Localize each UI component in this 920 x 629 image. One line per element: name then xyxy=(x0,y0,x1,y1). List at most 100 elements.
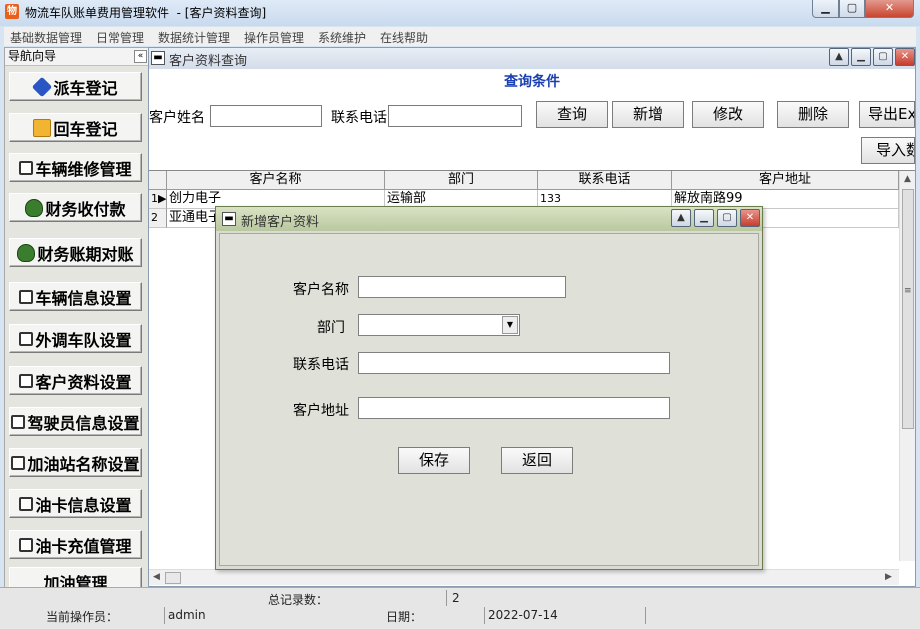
menu-statistics[interactable]: 数据统计管理 xyxy=(158,29,230,46)
nav-vehicle-info[interactable]: 车辆信息设置 xyxy=(9,282,142,311)
status-divider xyxy=(645,607,646,624)
nav-vehicle-repair[interactable]: 车辆维修管理 xyxy=(9,153,142,182)
form-icon xyxy=(19,160,34,175)
menu-bar: 基础数据管理 日常管理 数据统计管理 操作员管理 系统维护 在线帮助 xyxy=(4,27,916,46)
department-label: 部门 xyxy=(317,320,345,336)
status-bar: 总记录数： 2 当前操作员： admin 日期： 2022-07-14 xyxy=(0,587,920,629)
search-button[interactable]: 查询 xyxy=(536,101,608,128)
folder-icon xyxy=(33,118,52,137)
maximize-icon[interactable]: ▢ xyxy=(873,48,893,66)
nav-customer-settings[interactable]: 客户资料设置 xyxy=(9,366,142,395)
row-header[interactable]: 1▶ xyxy=(149,190,167,209)
dialog-title-bar: ▬ 新增客户资料 ▲ ▁ ▢ ✕ xyxy=(216,207,762,231)
window-menu-icon[interactable]: ▬ xyxy=(151,51,165,65)
row-header[interactable]: 2 xyxy=(149,209,167,228)
dropdown-arrow-icon[interactable]: ▼ xyxy=(502,316,518,334)
window-title-bar: 物 物流车队账单费用管理软件 - [客户资料查询] ▁ ▢ ✕ xyxy=(0,0,920,26)
menu-daily[interactable]: 日常管理 xyxy=(96,29,144,46)
scroll-up-icon[interactable]: ▲ xyxy=(904,174,911,184)
collapse-icon[interactable]: « xyxy=(134,50,147,63)
customer-address-label: 客户地址 xyxy=(293,403,349,419)
scroll-left-icon[interactable]: ◀ xyxy=(153,572,160,582)
navigation-header: 导航向导 « xyxy=(5,48,148,66)
import-button[interactable]: 导入数 xyxy=(861,137,915,164)
dialog-close-icon[interactable]: ✕ xyxy=(740,209,760,227)
edit-button[interactable]: 修改 xyxy=(692,101,764,128)
nav-return-register[interactable]: 回车登记 xyxy=(9,113,142,142)
maximize-button[interactable]: ▢ xyxy=(839,0,865,18)
vertical-scrollbar[interactable]: ▲ ≡ xyxy=(899,171,915,561)
form-icon xyxy=(11,455,26,470)
query-window-title: 客户资料查询 xyxy=(169,54,248,69)
status-divider xyxy=(446,590,447,606)
money-bag-icon xyxy=(25,198,44,217)
add-button[interactable]: 新增 xyxy=(612,101,684,128)
contact-phone-label: 联系电话 xyxy=(293,357,349,373)
menu-help[interactable]: 在线帮助 xyxy=(380,29,428,46)
horizontal-scrollbar[interactable]: ◀ ▶ xyxy=(149,569,899,585)
minimize-icon[interactable]: ▁ xyxy=(851,48,871,66)
column-header-department[interactable]: 部门 xyxy=(385,171,538,190)
vertical-scroll-thumb[interactable] xyxy=(902,189,914,429)
nav-fuel-card-info[interactable]: 油卡信息设置 xyxy=(9,489,142,518)
nav-gas-station[interactable]: 加油站名称设置 xyxy=(9,448,142,477)
current-operator-label: 当前操作员： xyxy=(46,610,119,624)
total-records-label: 总记录数： xyxy=(268,593,329,607)
dialog-minimize-icon[interactable]: ▁ xyxy=(694,209,714,227)
menu-operators[interactable]: 操作员管理 xyxy=(244,29,304,46)
phone-label: 联系电话 xyxy=(331,110,387,126)
query-conditions-title: 查询条件 xyxy=(504,74,560,90)
form-icon xyxy=(19,373,34,388)
close-icon[interactable]: ✕ xyxy=(895,48,915,66)
nav-external-fleet[interactable]: 外调车队设置 xyxy=(9,324,142,353)
query-window-title-bar: ▬ 客户资料查询 ▲ ▁ ▢ ✕ xyxy=(149,48,915,69)
window-title: 物流车队账单费用管理软件 - [客户资料查询] xyxy=(25,6,267,20)
customer-name-field[interactable] xyxy=(358,276,566,298)
close-window-button[interactable]: ✕ xyxy=(865,0,914,18)
scroll-grip-icon: ≡ xyxy=(904,286,912,296)
dialog-maximize-icon[interactable]: ▢ xyxy=(717,209,737,227)
current-row-icon: ▶ xyxy=(158,192,167,205)
phone-input[interactable] xyxy=(388,105,522,127)
nav-dispatch-register[interactable]: 派车登记 xyxy=(9,72,142,101)
customer-address-field[interactable] xyxy=(358,397,670,419)
horizontal-scroll-thumb[interactable] xyxy=(165,572,181,584)
column-header-name[interactable]: 客户名称 xyxy=(167,171,385,190)
export-excel-button[interactable]: 导出Ex xyxy=(859,101,915,128)
dialog-title: 新增客户资料 xyxy=(241,215,320,230)
menu-basic-data[interactable]: 基础数据管理 xyxy=(10,29,82,46)
form-icon xyxy=(19,537,34,552)
row-header-corner xyxy=(149,171,167,190)
contact-phone-field[interactable] xyxy=(358,352,670,374)
customer-name-label: 客户名称 xyxy=(293,282,349,298)
column-header-address[interactable]: 客户地址 xyxy=(672,171,899,190)
restore-icon[interactable]: ▲ xyxy=(829,48,849,66)
scroll-right-icon[interactable]: ▶ xyxy=(885,572,892,582)
date-label: 日期： xyxy=(386,610,423,624)
dialog-restore-icon[interactable]: ▲ xyxy=(671,209,691,227)
delete-button[interactable]: 删除 xyxy=(777,101,849,128)
dialog-body: 客户名称 部门 ▼ 联系电话 客户地址 保存 返回 xyxy=(219,233,759,566)
department-select[interactable]: ▼ xyxy=(358,314,520,336)
customer-name-input[interactable] xyxy=(210,105,322,127)
status-divider xyxy=(164,607,165,624)
nav-fuel-card-recharge[interactable]: 油卡充值管理 xyxy=(9,530,142,559)
app-logo-icon: 物 xyxy=(5,4,19,19)
back-button[interactable]: 返回 xyxy=(501,447,573,474)
dialog-menu-icon[interactable]: ▬ xyxy=(222,212,236,226)
minimize-button[interactable]: ▁ xyxy=(812,0,839,18)
navigation-panel: 导航向导 « 派车登记 回车登记 车辆维修管理 财务收付款 财务账期对账 车辆信… xyxy=(4,47,149,605)
status-divider xyxy=(484,607,485,624)
add-customer-dialog: ▬ 新增客户资料 ▲ ▁ ▢ ✕ 客户名称 部门 ▼ 联系电话 客户地址 保存 … xyxy=(215,206,763,570)
save-button[interactable]: 保存 xyxy=(398,447,470,474)
total-records-value: 2 xyxy=(452,591,460,605)
form-icon xyxy=(19,496,34,511)
nav-driver-info[interactable]: 驾驶员信息设置 xyxy=(9,407,142,436)
menu-system[interactable]: 系统维护 xyxy=(318,29,366,46)
date-value: 2022-07-14 xyxy=(488,608,558,622)
money-bag-icon xyxy=(17,243,36,262)
column-header-phone[interactable]: 联系电话 xyxy=(538,171,672,190)
nav-finance-reconcile[interactable]: 财务账期对账 xyxy=(9,238,142,267)
form-icon xyxy=(19,331,34,346)
nav-finance-payments[interactable]: 财务收付款 xyxy=(9,193,142,222)
